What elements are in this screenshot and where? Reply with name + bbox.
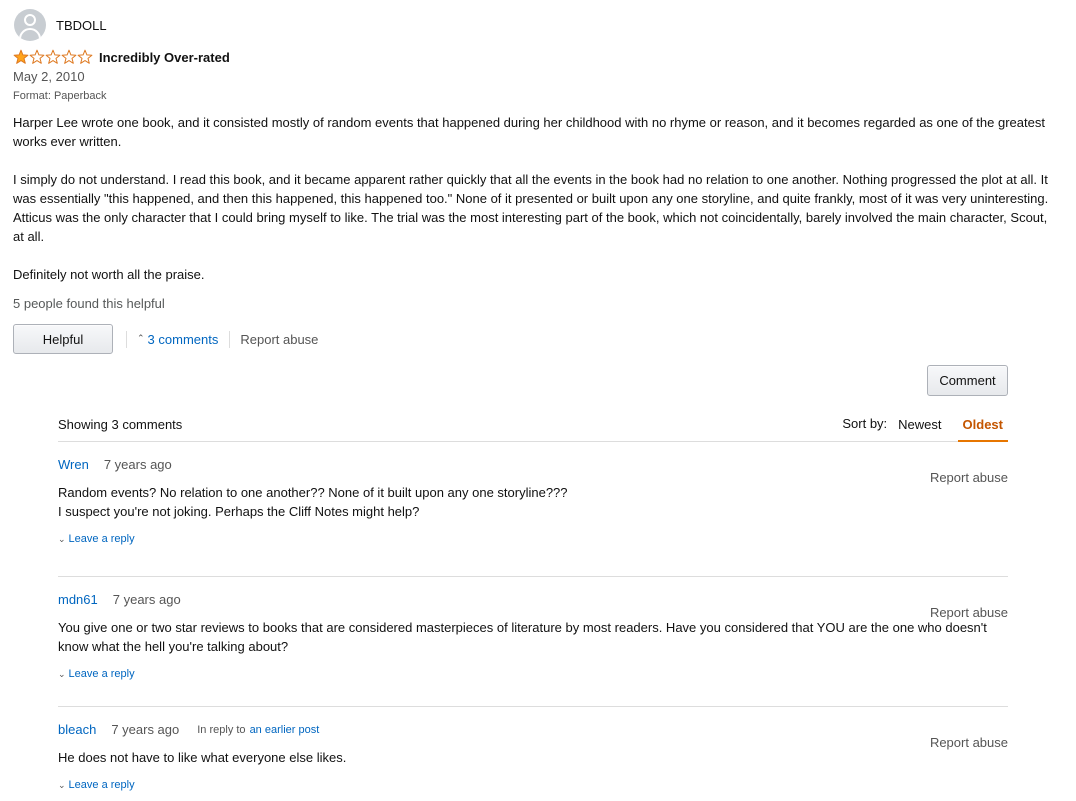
- star-filled-icon: [13, 49, 29, 64]
- helpful-button[interactable]: Helpful: [13, 324, 113, 354]
- in-reply-link[interactable]: an earlier post: [250, 724, 320, 736]
- comment-item: bleach 7 years ago In reply to an earlie…: [58, 720, 1008, 801]
- star-empty-icon: [29, 49, 45, 64]
- rating-row: Incredibly Over-rated: [13, 48, 1063, 66]
- comment-line: Random events? No relation to one anothe…: [58, 485, 568, 500]
- star-empty-icon: [77, 49, 93, 64]
- leave-reply[interactable]: ⌄ Leave a reply: [58, 530, 1008, 548]
- comments-count: Showing 3 comments: [58, 417, 183, 432]
- comment-author[interactable]: mdn61: [58, 592, 98, 607]
- comments-toggle[interactable]: ⌃ 3 comments: [137, 332, 218, 347]
- divider: [126, 330, 127, 348]
- comment-item: mdn61 7 years ago Report abuse You give …: [58, 590, 1008, 707]
- comment-body: Random events? No relation to one anothe…: [58, 483, 1008, 521]
- comment-report-abuse-link[interactable]: Report abuse: [930, 733, 1008, 752]
- review-title[interactable]: Incredibly Over-rated: [99, 50, 230, 65]
- report-abuse-link[interactable]: Report abuse: [240, 332, 318, 347]
- leave-reply[interactable]: ⌄ Leave a reply: [58, 776, 1008, 794]
- comments-header: Showing 3 comments Sort by: Newest Oldes…: [58, 406, 1008, 442]
- chevron-down-icon: ⌄: [58, 668, 66, 679]
- comment-time: 7 years ago: [111, 722, 180, 737]
- comment-time: 7 years ago: [112, 592, 181, 607]
- review-paragraph: Definitely not worth all the praise.: [13, 267, 205, 282]
- helpful-count: 5 people found this helpful: [13, 296, 165, 311]
- comment-item: Wren 7 years ago Report abuse Random eve…: [58, 455, 1008, 577]
- sort-newest[interactable]: Newest: [898, 406, 941, 442]
- comments-section: Showing 3 comments Sort by: Newest Oldes…: [58, 406, 1008, 801]
- star-empty-icon: [45, 49, 61, 64]
- divider: [229, 330, 231, 348]
- comment-body: You give one or two star reviews to book…: [58, 620, 987, 654]
- comment-report-abuse-link[interactable]: Report abuse: [930, 468, 1008, 487]
- comment-report-abuse-link[interactable]: Report abuse: [930, 603, 1008, 622]
- sort-control: Sort by: Newest Oldest: [842, 406, 1008, 442]
- review-paragraph: Harper Lee wrote one book, and it consis…: [13, 115, 1045, 149]
- review-format: Format: Paperback: [13, 90, 107, 102]
- leave-reply-link[interactable]: Leave a reply: [69, 668, 135, 680]
- chevron-down-icon: ⌄: [58, 533, 66, 544]
- comment-button[interactable]: Comment: [927, 365, 1008, 396]
- chevron-up-icon: ⌃: [137, 332, 145, 343]
- comment-line: I suspect you're not joking. Perhaps the…: [58, 504, 420, 519]
- comment-author[interactable]: bleach: [58, 722, 96, 737]
- star-empty-icon: [61, 49, 77, 64]
- reviewer-profile[interactable]: TBDOLL: [13, 8, 1063, 42]
- comments-link[interactable]: 3 comments: [148, 332, 219, 347]
- sort-oldest[interactable]: Oldest: [957, 406, 1008, 442]
- in-reply-label: In reply to: [197, 723, 246, 736]
- review-actions: Helpful ⌃ 3 comments Report abuse: [13, 324, 1063, 354]
- review: TBDOLL Incredibly Over-rated May 2, 2010…: [13, 8, 1063, 354]
- leave-reply-link[interactable]: Leave a reply: [69, 779, 135, 791]
- leave-reply[interactable]: ⌄ Leave a reply: [58, 665, 1008, 683]
- review-paragraph: I simply do not understand. I read this …: [13, 172, 1049, 244]
- reviewer-name[interactable]: TBDOLL: [56, 18, 107, 33]
- sort-label: Sort by:: [842, 416, 888, 431]
- comment-author[interactable]: Wren: [58, 457, 89, 472]
- comment-time: 7 years ago: [103, 457, 172, 472]
- chevron-down-icon: ⌄: [58, 779, 66, 790]
- review-body: Harper Lee wrote one book, and it consis…: [13, 113, 1055, 284]
- comment-body: He does not have to like what everyone e…: [58, 750, 347, 765]
- star-rating[interactable]: [13, 49, 93, 65]
- avatar-icon[interactable]: [14, 9, 46, 41]
- leave-reply-link[interactable]: Leave a reply: [69, 533, 135, 545]
- review-date: May 2, 2010: [13, 69, 85, 84]
